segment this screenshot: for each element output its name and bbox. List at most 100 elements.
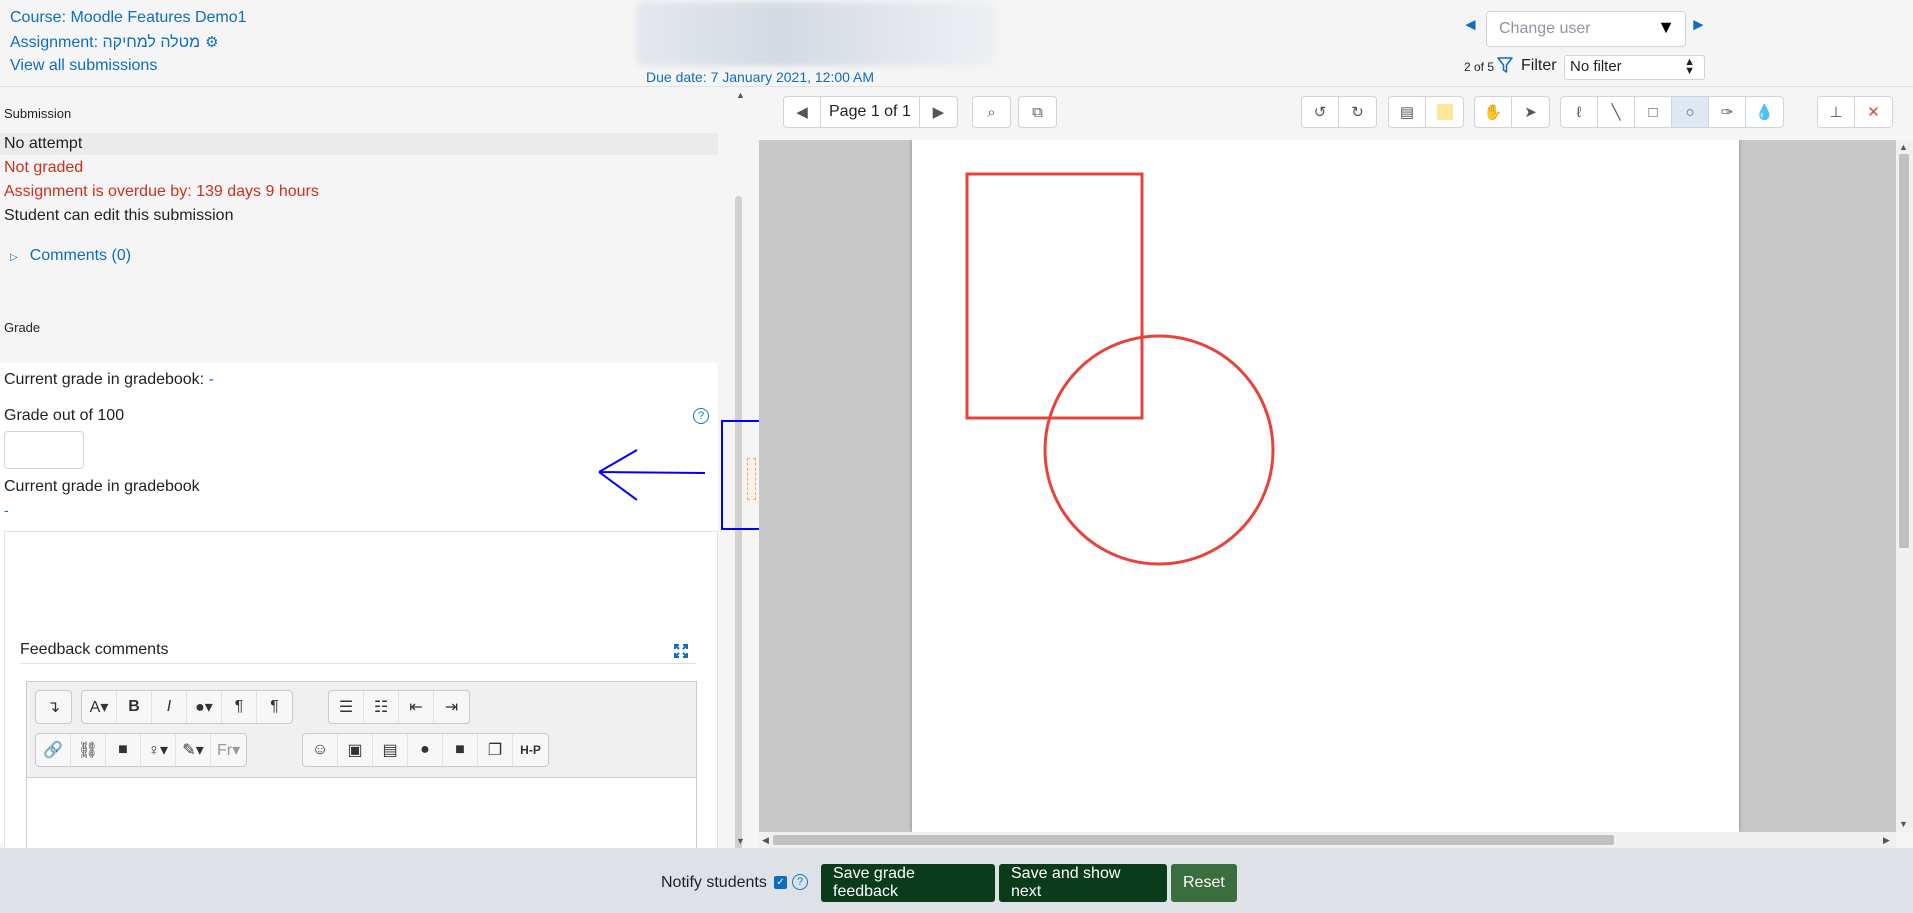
rectangle-annotation[interactable]	[965, 172, 1144, 420]
highlighter-icon[interactable]: ✑	[1709, 97, 1746, 127]
rtl-icon[interactable]: ¶	[257, 691, 292, 723]
blurred-user-info	[636, 2, 996, 66]
delete-icon[interactable]: ✕	[1855, 97, 1892, 127]
pdf-horizontal-scrollbar-thumb[interactable]	[773, 835, 1614, 845]
scroll-down-icon[interactable]: ▼	[736, 836, 745, 846]
oval-icon[interactable]: ○	[1672, 97, 1709, 127]
divider	[20, 663, 696, 664]
current-grade: Current grade in gradebook: -	[4, 371, 214, 389]
current-grade-value-2: -	[4, 502, 9, 518]
stamp-delete-group: ⊥ ✕	[1817, 96, 1893, 128]
annotation-color-icon[interactable]: 💧	[1746, 97, 1783, 127]
unlink-icon[interactable]: ⛓	[71, 734, 106, 766]
brush-icon[interactable]: ✎▾	[176, 734, 211, 766]
previous-user-icon[interactable]: ◄	[1462, 15, 1479, 35]
grade-input[interactable]	[4, 431, 84, 469]
scroll-down-icon[interactable]: ▼	[1899, 819, 1908, 829]
status-row	[0, 133, 718, 155]
pan-select-group: ✋ ➤	[1474, 96, 1550, 128]
hand-pan-icon[interactable]: ✋	[1475, 97, 1512, 127]
copy-icon[interactable]: ❐	[478, 734, 513, 766]
grader-header: Course: Moodle Features Demo1 Assignment…	[0, 0, 1913, 87]
pdf-page[interactable]	[912, 140, 1739, 832]
editor-content-area[interactable]	[27, 777, 696, 848]
current-grade-label-2: Current grade in gradebook	[4, 478, 200, 495]
notify-students-label: Notify students	[661, 874, 767, 891]
comment-group: ▤	[1388, 96, 1464, 128]
expand-triangle-icon: ▷	[10, 252, 18, 263]
feedback-title: Feedback comments	[20, 641, 169, 658]
pdf-toolbar: ◀ Page 1 of 1 ▶ ⌕ ⧉ ↺ ↻ ▤ ✋ ➤ ℓ ╲ □ ○ ✑ …	[759, 88, 1913, 140]
image-icon[interactable]: ▣	[338, 734, 373, 766]
background-color-icon[interactable]: ■	[106, 734, 141, 766]
comments-toggle[interactable]: ▷ Comments (0)	[10, 247, 131, 265]
notify-students-checkbox[interactable]: ✓	[774, 876, 787, 889]
emoji-icon[interactable]: ☺	[303, 734, 338, 766]
search-comments-icon[interactable]: ⌕	[973, 97, 1010, 127]
bold-icon[interactable]: B	[117, 691, 152, 723]
change-user-select[interactable]: Change user ▼	[1486, 11, 1686, 47]
view-all-submissions-link[interactable]: View all submissions	[10, 57, 157, 75]
comment-icon[interactable]: ▤	[1389, 97, 1426, 127]
collapse-icon[interactable]: ↴	[36, 691, 71, 723]
line-icon[interactable]: ╲	[1598, 97, 1635, 127]
grade-out-of-label: Grade out of 100	[4, 407, 125, 424]
stamp-icon[interactable]: ⊥	[1818, 97, 1855, 127]
unordered-list-icon[interactable]: ☰	[329, 691, 364, 723]
current-grade-value: -	[208, 371, 214, 388]
filter-select[interactable]: No filter ▲ ▼	[1564, 55, 1705, 80]
outdent-icon[interactable]: ⇤	[399, 691, 434, 723]
save-grade-feedback-button[interactable]: Save grade feedback	[821, 864, 995, 902]
previous-page-icon[interactable]: ◀	[784, 97, 821, 127]
user-count: 2 of 5	[1464, 60, 1495, 74]
bulb-icon[interactable]: ♀▾	[141, 734, 176, 766]
pen-icon[interactable]: ℓ	[1561, 97, 1598, 127]
edit-status: Student can edit this submission	[4, 207, 234, 224]
font-size-icon[interactable]: A▾	[82, 691, 117, 723]
next-user-icon[interactable]: ►	[1690, 15, 1707, 35]
h5p-icon[interactable]: H-P	[513, 734, 548, 766]
ordered-list-icon[interactable]: ☷	[364, 691, 399, 723]
media-icon[interactable]: ▤	[373, 734, 408, 766]
due-date: Due date: 7 January 2021, 12:00 AM	[646, 69, 875, 85]
submission-status: No attempt	[4, 135, 83, 152]
comment-color-icon[interactable]	[1426, 97, 1463, 127]
submission-title: Submission	[4, 106, 72, 121]
italic-icon[interactable]: I	[152, 691, 187, 723]
ltr-icon[interactable]: ¶	[222, 691, 257, 723]
font-color-icon[interactable]: ●▾	[187, 691, 222, 723]
scroll-right-icon[interactable]: ▶	[1883, 835, 1890, 846]
rotate-left-icon[interactable]: ↺	[1302, 97, 1339, 127]
save-and-show-next-button[interactable]: Save and show next	[999, 864, 1167, 902]
link-icon[interactable]: 🔗	[36, 734, 71, 766]
page-navigation: ◀ Page 1 of 1 ▶	[783, 96, 958, 128]
oval-annotation[interactable]	[1043, 334, 1275, 566]
font-family-icon[interactable]: Fr▾	[211, 734, 246, 766]
reset-button[interactable]: Reset	[1171, 864, 1237, 902]
pdf-vertical-scrollbar-thumb[interactable]	[1899, 154, 1909, 548]
rectangle-icon[interactable]: □	[1635, 97, 1672, 127]
filter-icon	[1497, 57, 1513, 73]
page-select[interactable]: Page 1 of 1	[821, 97, 920, 127]
indent-icon[interactable]: ⇥	[434, 691, 469, 723]
next-page-icon[interactable]: ▶	[920, 97, 957, 127]
scroll-up-icon[interactable]: ▲	[736, 90, 745, 100]
scroll-left-icon[interactable]: ◀	[762, 835, 769, 846]
annotation-layer	[965, 172, 1275, 566]
microphone-icon[interactable]: ●	[408, 734, 443, 766]
toolbar-group: ☺ ▣ ▤ ● ■ ❐ H-P	[302, 733, 549, 767]
collapse-panel-icon[interactable]: ⧉	[1019, 97, 1056, 127]
help-icon[interactable]: ?	[792, 874, 808, 890]
help-icon[interactable]: ?	[693, 408, 709, 424]
expand-icon[interactable]	[673, 643, 689, 659]
arrow-left-icon	[598, 449, 706, 501]
rotate-right-icon[interactable]: ↻	[1339, 97, 1376, 127]
select-pointer-icon[interactable]: ➤	[1512, 97, 1549, 127]
assignment-link[interactable]: Assignment: מטלה למחיקה ⚙	[10, 33, 219, 52]
feedback-editor: ↴ A▾ B I ●▾ ¶ ¶ ☰ ☷ ⇤ ⇥ 🔗 ⛓ ■ ♀▾ ✎▾ Fr▾ ☺ ▣ ▤ ● ■ ❐ H-P	[26, 681, 697, 848]
course-link[interactable]: Course: Moodle Features Demo1	[10, 9, 247, 27]
scroll-up-icon[interactable]: ▲	[1899, 142, 1908, 152]
video-icon[interactable]: ■	[443, 734, 478, 766]
toolbar-group: ↴	[35, 690, 72, 724]
gear-icon[interactable]: ⚙	[205, 34, 218, 51]
